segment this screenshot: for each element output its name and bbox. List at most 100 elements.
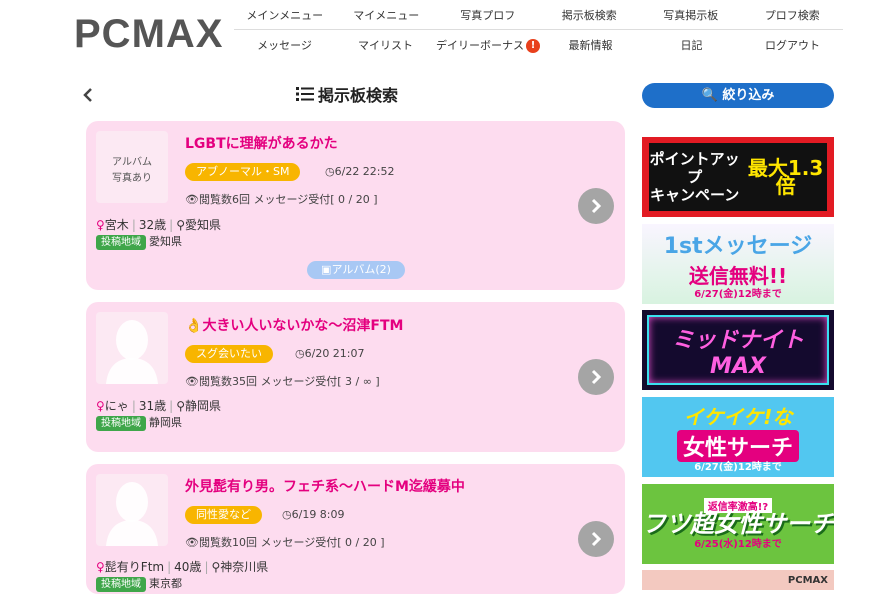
nav-logout[interactable]: ログアウト — [742, 37, 843, 53]
banner-text: 女性サーチ — [676, 429, 799, 462]
banner-date: 6/27(金)12時まで — [694, 288, 782, 300]
banner-text: ミッドナイトMAX — [647, 315, 829, 385]
page-title-text: 掲示板検索 — [318, 86, 399, 105]
post-card[interactable]: 👌大きい人いないかな～沼津FTM スグ会いたい ◷6/20 21:07 👁閲覧数… — [86, 302, 625, 452]
poster-info: ♀髭有りFtm | 40歳 | ⚲神奈川県 — [96, 560, 269, 574]
nav-row-top: メインメニュー マイメニュー 写真プロフ 掲示板検索 写真掲示板 プロフ検索 — [234, 0, 843, 30]
chevron-right-icon — [591, 531, 602, 547]
banner-date: 6/25(水)12時まで — [694, 539, 782, 550]
post-region: 投稿地域 東京都 — [96, 575, 182, 592]
post-date: ◷6/19 8:09 — [282, 508, 345, 521]
category-tag: アブノーマル・SM — [185, 163, 301, 181]
location-pin-icon: ⚲ — [176, 218, 185, 232]
banner-inner: ポイントアップ キャンペーン 最大1.3倍 — [649, 143, 827, 211]
post-title[interactable]: 👌大きい人いないかな～沼津FTM — [185, 315, 403, 335]
poster-location: 静岡県 — [184, 399, 221, 413]
nav-news[interactable]: 最新情報 — [540, 37, 641, 53]
clock-icon: ◷ — [295, 347, 305, 360]
nav-profile-search[interactable]: プロフ検索 — [742, 7, 844, 23]
logo[interactable]: PCMAX — [74, 12, 223, 56]
silhouette-icon — [106, 320, 158, 384]
banner-ikeike-female-search[interactable]: イケイケ!な 女性サーチ 6/27(金)12時まで — [642, 397, 834, 477]
banner-text-block: ポイントアップ キャンペーン — [649, 150, 740, 204]
nav-daily-bonus[interactable]: デイリーボーナス! — [436, 37, 540, 53]
nav-photo-board[interactable]: 写真掲示板 — [640, 7, 742, 23]
banner-futsuchou-female-search[interactable]: 返信率激高!? フツ超女性サーチ 6/25(水)12時まで — [642, 484, 834, 564]
banner-midnight-max[interactable]: ミッドナイトMAX — [642, 310, 834, 390]
main-nav: メインメニュー マイメニュー 写真プロフ 掲示板検索 写真掲示板 プロフ検索 メ… — [234, 0, 843, 60]
post-region: 投稿地域 愛知県 — [96, 233, 182, 250]
post-date: ◷6/20 21:07 — [295, 347, 365, 360]
poster-age: 40歳 — [174, 560, 202, 574]
image-icon: ▣ — [321, 263, 332, 276]
sparkle-icon: 👌 — [185, 318, 203, 334]
banner-first-message-free[interactable]: 1stメッセージ 送信無料!! 6/27(金)12時まで — [642, 224, 834, 304]
back-chevron-icon[interactable] — [80, 84, 96, 106]
notification-badge: ! — [526, 39, 540, 53]
album-button[interactable]: ▣アルバム(2) — [307, 261, 405, 279]
nav-messages[interactable]: メッセージ — [234, 37, 335, 53]
filter-button[interactable]: 🔍 絞り込み — [642, 83, 834, 108]
poster-location: 愛知県 — [184, 218, 221, 232]
eye-icon: 👁 — [185, 193, 199, 206]
chevron-right-icon — [591, 369, 602, 385]
banner-text: イケイケ!な — [683, 404, 793, 429]
poster-name: 宮木 — [104, 218, 129, 232]
post-date-text: 6/22 22:52 — [334, 165, 395, 178]
banner-pcmax[interactable]: PCMAX — [642, 570, 834, 590]
banner-text: 送信無料!! — [688, 263, 788, 288]
region-chip: 投稿地域 — [96, 577, 146, 592]
post-date-text: 6/20 21:07 — [304, 347, 365, 360]
nav-photo-profile[interactable]: 写真プロフ — [437, 7, 539, 23]
female-icon: ♀ — [96, 218, 105, 232]
open-post-arrow-button[interactable] — [578, 359, 614, 395]
page-title: 掲示板検索 — [296, 82, 398, 106]
post-thumbnail[interactable]: アルバム 写真あり — [96, 131, 168, 203]
album-button-label: アルバム(2) — [331, 263, 391, 276]
post-title[interactable]: LGBTに理解があるかた — [185, 133, 338, 153]
post-stats-text: 閲覧数35回 メッセージ受付[ 3 / ∞ ] — [198, 375, 380, 388]
banner-text: PCMAX — [787, 574, 828, 586]
poster-name: 髭有りFtm — [104, 560, 165, 574]
post-stats-text: 閲覧数6回 メッセージ受付[ 0 / 20 ] — [198, 193, 378, 206]
region-text: 静岡県 — [149, 416, 182, 429]
banner-text: フツ超女性サーチ — [642, 510, 834, 538]
post-card[interactable]: アルバム 写真あり LGBTに理解があるかた アブノーマル・SM ◷6/22 2… — [86, 121, 625, 290]
eye-icon: 👁 — [185, 375, 199, 388]
post-thumbnail[interactable] — [96, 474, 168, 546]
location-pin-icon: ⚲ — [211, 560, 221, 574]
poster-location: 神奈川県 — [220, 560, 269, 574]
header: PCMAX メインメニュー マイメニュー 写真プロフ 掲示板検索 写真掲示板 プ… — [0, 0, 883, 64]
search-icon: 🔍 — [701, 88, 718, 103]
eye-icon: 👁 — [185, 536, 199, 549]
post-stats: 👁閲覧数6回 メッセージ受付[ 0 / 20 ] — [185, 191, 378, 207]
post-stats: 👁閲覧数10回 メッセージ受付[ 0 / 20 ] — [185, 534, 385, 550]
nav-diary[interactable]: 日記 — [641, 37, 742, 53]
album-photo-label: アルバム 写真あり — [112, 157, 152, 184]
list-icon — [296, 87, 314, 101]
nav-row-bottom: メッセージ マイリスト デイリーボーナス! 最新情報 日記 ログアウト — [234, 30, 843, 60]
location-pin-icon: ⚲ — [176, 399, 185, 413]
poster-age: 32歳 — [138, 218, 167, 232]
post-title[interactable]: 外見髭有り男。フェチ系～ハードM迄緩募中 — [185, 476, 465, 496]
banner-text: キャンペーン — [649, 186, 740, 204]
banner-point-up-campaign[interactable]: ポイントアップ キャンペーン 最大1.3倍 — [642, 137, 834, 217]
region-chip: 投稿地域 — [96, 235, 146, 250]
nav-main-menu[interactable]: メインメニュー — [234, 7, 336, 23]
poster-info: ♀宮木 | 32歳 | ⚲愛知県 — [96, 218, 221, 232]
open-post-arrow-button[interactable] — [578, 188, 614, 224]
female-icon: ♀ — [96, 399, 105, 413]
post-card[interactable]: 外見髭有り男。フェチ系～ハードM迄緩募中 同性愛など ◷6/19 8:09 👁閲… — [86, 464, 625, 594]
nav-mylist[interactable]: マイリスト — [335, 37, 436, 53]
open-post-arrow-button[interactable] — [578, 521, 614, 557]
filter-button-label: 絞り込み — [722, 88, 775, 103]
post-region: 投稿地域 静岡県 — [96, 414, 182, 431]
post-title-text: 大きい人いないかな～沼津FTM — [202, 318, 404, 334]
nav-board-search[interactable]: 掲示板検索 — [539, 7, 641, 23]
banner-date: 6/27(金)12時まで — [694, 461, 782, 473]
clock-icon: ◷ — [325, 165, 335, 178]
post-thumbnail[interactable] — [96, 312, 168, 384]
female-icon: ♀ — [96, 560, 105, 574]
nav-my-menu[interactable]: マイメニュー — [336, 7, 438, 23]
post-date: ◷6/22 22:52 — [325, 165, 395, 178]
